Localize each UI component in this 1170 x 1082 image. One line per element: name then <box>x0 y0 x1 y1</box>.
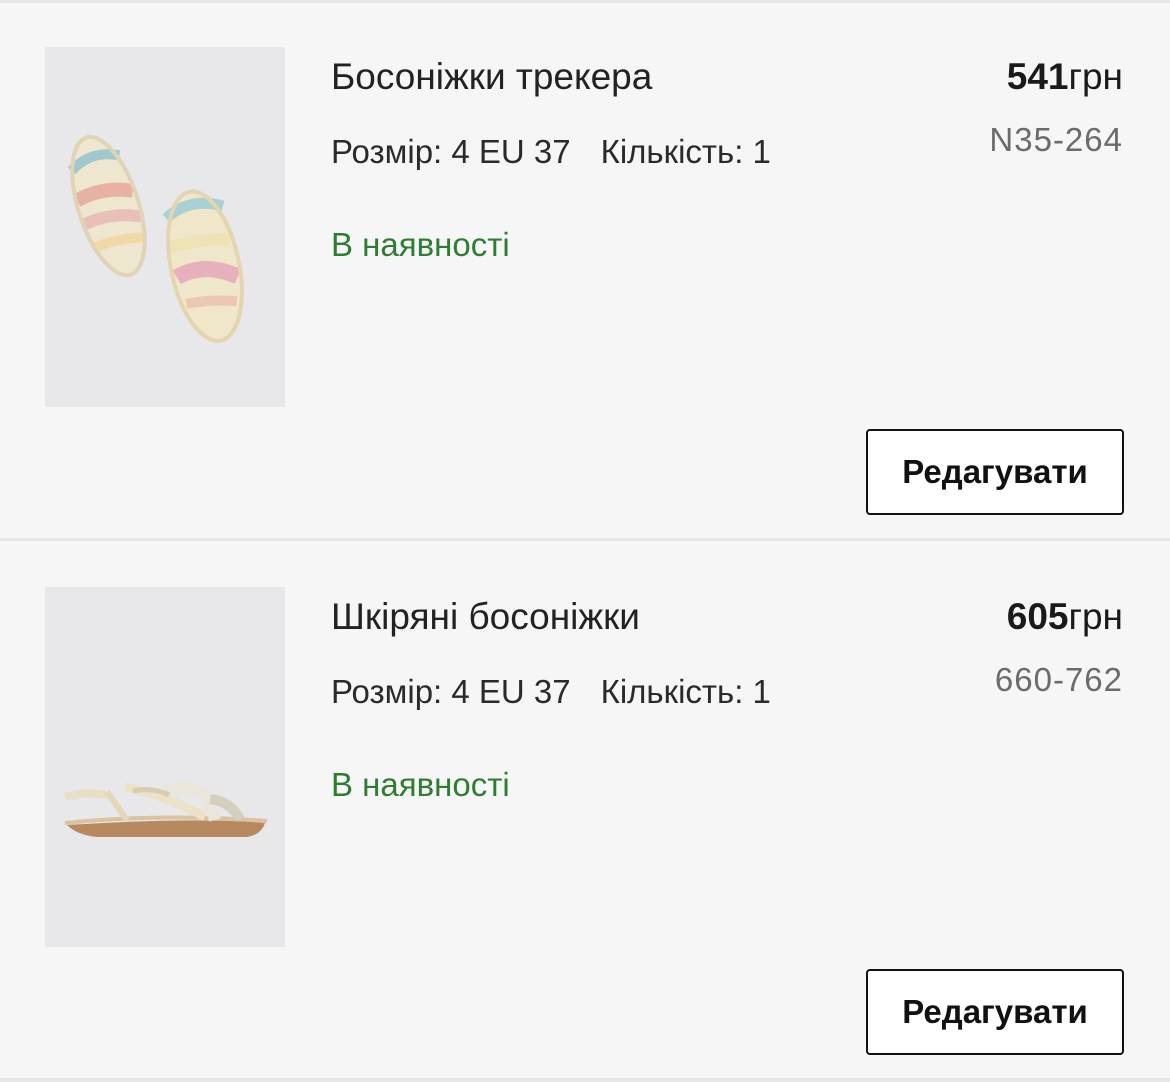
price-currency: грн <box>1068 56 1123 97</box>
size-label: Розмір: 4 EU 37 <box>331 133 571 170</box>
edit-button[interactable]: Редагувати <box>866 429 1124 515</box>
price-amount: 541 <box>1006 56 1069 97</box>
stock-status: В наявності <box>331 766 510 803</box>
price-amount: 605 <box>1006 596 1069 637</box>
sandal-leather-image <box>45 587 285 947</box>
size-label: Розмір: 4 EU 37 <box>331 673 571 710</box>
price-currency: грн <box>1068 596 1123 637</box>
product-details: Розмір: 4 EU 37 Кількість: 1 <box>331 132 771 172</box>
product-name[interactable]: Босоніжки трекера <box>331 55 652 99</box>
divider <box>0 1078 1170 1082</box>
product-code: 660-762 <box>994 661 1123 698</box>
price: 605грн <box>1007 595 1123 639</box>
product-image[interactable] <box>45 587 285 947</box>
basket-item: Шкіряні босоніжки Розмір: 4 EU 37 Кількіс… <box>0 540 1170 1080</box>
product-details: Розмір: 4 EU 37 Кількість: 1 <box>331 672 771 712</box>
quantity-label: Кількість: 1 <box>600 133 771 170</box>
product-image[interactable] <box>45 47 285 407</box>
product-code: N35-264 <box>989 121 1123 158</box>
basket-item-list: Босоніжки трекера Розмір: 4 EU 37 Кількіс… <box>0 0 1170 1082</box>
stock-status: В наявності <box>331 226 510 263</box>
basket-item: Босоніжки трекера Розмір: 4 EU 37 Кількіс… <box>0 0 1170 540</box>
sandal-trekker-image <box>45 47 285 407</box>
price: 541грн <box>1007 55 1123 99</box>
product-name[interactable]: Шкіряні босоніжки <box>331 595 640 639</box>
edit-button[interactable]: Редагувати <box>866 969 1124 1055</box>
quantity-label: Кількість: 1 <box>600 673 771 710</box>
